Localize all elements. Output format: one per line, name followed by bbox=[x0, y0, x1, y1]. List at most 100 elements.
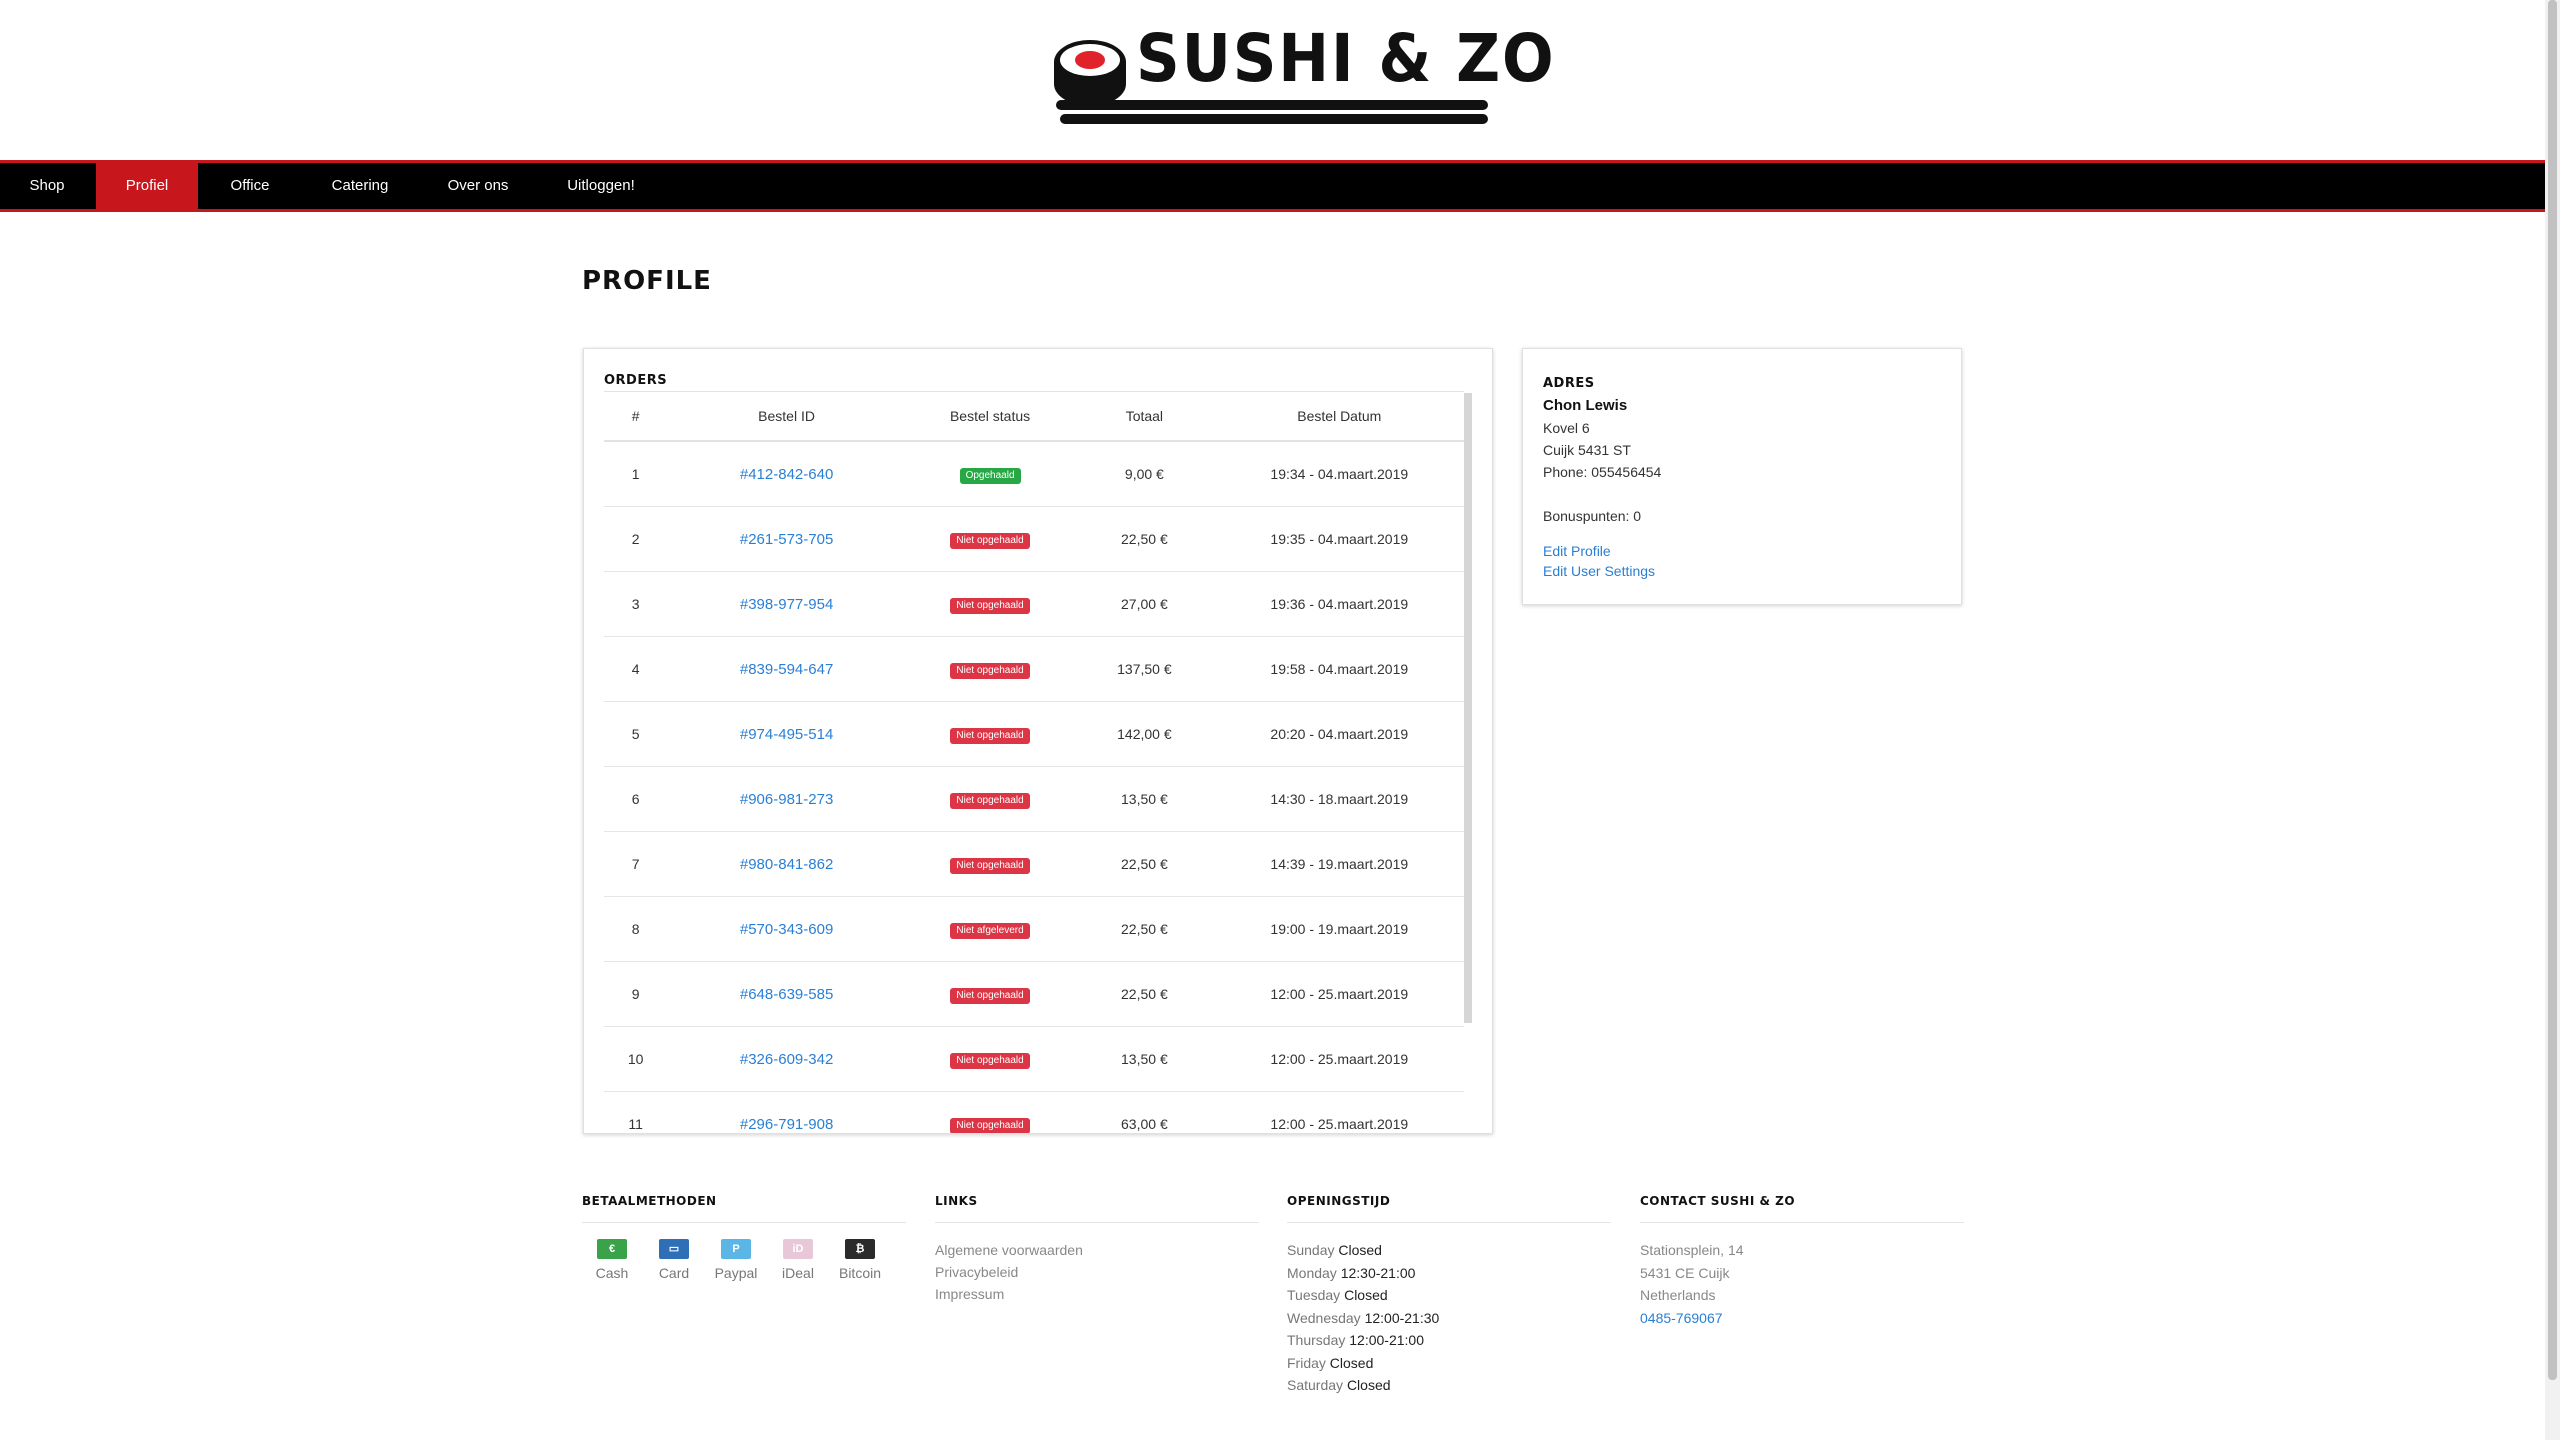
edit-profile-link[interactable]: Edit Profile bbox=[1543, 541, 1943, 561]
nav-office[interactable]: Office bbox=[200, 163, 300, 209]
order-total: 13,50 € bbox=[1074, 766, 1215, 832]
order-date: 12:00 - 25.maart.2019 bbox=[1214, 1091, 1464, 1133]
payment-label: iDeal bbox=[782, 1265, 814, 1281]
nav-uitloggen[interactable]: Uitloggen! bbox=[550, 163, 652, 209]
order-row: 9 #648-639-585 Niet opgehaald 22,50 €12:00 … bbox=[604, 961, 1464, 1027]
order-status-badge: Niet opgehaald bbox=[950, 987, 1030, 1004]
order-num: 2 bbox=[604, 506, 668, 572]
ideal-icon: iD bbox=[783, 1239, 813, 1259]
page-title: Profile bbox=[582, 266, 712, 296]
hours-day: Thursday bbox=[1287, 1332, 1346, 1348]
order-total: 142,00 € bbox=[1074, 701, 1215, 767]
order-date: 19:36 - 04.maart.2019 bbox=[1214, 571, 1464, 637]
order-id-link[interactable]: #839-594-647 bbox=[740, 661, 833, 678]
order-id-link[interactable]: #326-609-342 bbox=[740, 1051, 833, 1068]
footer-links: Links Algemene voorwaarden Privacybeleid… bbox=[935, 1194, 1259, 1305]
page-scrollbar[interactable] bbox=[2545, 0, 2560, 1440]
hours-title: Openingstijd bbox=[1287, 1194, 1611, 1223]
contact-phone-link[interactable]: 0485-769067 bbox=[1640, 1307, 1964, 1330]
order-num: 11 bbox=[604, 1091, 668, 1133]
order-total: 22,50 € bbox=[1074, 831, 1215, 897]
hours-time: 12:00-21:00 bbox=[1349, 1332, 1424, 1348]
order-id-link[interactable]: #412-842-640 bbox=[740, 466, 833, 483]
nav-profiel[interactable]: Profiel bbox=[96, 163, 198, 209]
order-row: 11 #296-791-908 Niet opgehaald 63,00 €12:00… bbox=[604, 1091, 1464, 1133]
link-privacybeleid[interactable]: Privacybeleid bbox=[935, 1261, 1259, 1283]
orders-table: # Bestel ID Bestel status Totaal Bestel … bbox=[604, 391, 1464, 1133]
nav-catering[interactable]: Catering bbox=[310, 163, 410, 209]
order-status-badge: Niet opgehaald bbox=[950, 1052, 1030, 1069]
hours-time: Closed bbox=[1344, 1287, 1388, 1303]
order-total: 22,50 € bbox=[1074, 961, 1215, 1027]
col-header-datum: Bestel Datum bbox=[1214, 391, 1464, 442]
orders-table-container[interactable]: # Bestel ID Bestel status Totaal Bestel … bbox=[604, 391, 1472, 1133]
order-status-badge: Niet opgehaald bbox=[950, 597, 1030, 614]
hours-day: Saturday bbox=[1287, 1377, 1344, 1393]
hours-time: Closed bbox=[1338, 1242, 1382, 1258]
order-id-link[interactable]: #980-841-862 bbox=[740, 856, 833, 873]
site-header: SUSHI & ZO bbox=[0, 0, 2545, 160]
order-row: 6 #906-981-273 Niet opgehaald 13,50 €14:30 … bbox=[604, 766, 1464, 832]
payment-label: Paypal bbox=[714, 1265, 758, 1281]
hours-time: Closed bbox=[1346, 1377, 1391, 1393]
edit-user-settings-link[interactable]: Edit User Settings bbox=[1543, 561, 1943, 581]
order-date: 19:00 - 19.maart.2019 bbox=[1214, 896, 1464, 962]
order-date: 12:00 - 25.maart.2019 bbox=[1214, 961, 1464, 1027]
logo-text: SUSHI & ZO bbox=[1136, 20, 1556, 97]
sushi-zo-logo[interactable]: SUSHI & ZO bbox=[1052, 20, 1554, 130]
order-total: 13,50 € bbox=[1074, 1026, 1215, 1092]
payment-label: Card bbox=[658, 1265, 690, 1281]
hours-row: Sunday Closed bbox=[1287, 1239, 1611, 1262]
order-row: 1 #412-842-640 Opgehaald 9,00 €19:34 - 04.m… bbox=[604, 441, 1464, 507]
link-algemene-voorwaarden[interactable]: Algemene voorwaarden bbox=[935, 1239, 1259, 1261]
contact-title: Contact Sushi & Zo bbox=[1640, 1194, 1964, 1223]
order-total: 22,50 € bbox=[1074, 896, 1215, 962]
order-num: 8 bbox=[604, 896, 668, 962]
contact-country: Netherlands bbox=[1640, 1287, 1716, 1303]
card-icon: ▭ bbox=[659, 1239, 689, 1259]
order-id-link[interactable]: #398-977-954 bbox=[740, 596, 833, 613]
orders-heading: Orders bbox=[604, 373, 668, 388]
order-date: 19:34 - 04.maart.2019 bbox=[1214, 441, 1464, 507]
hours-row: Tuesday Closed bbox=[1287, 1284, 1611, 1307]
hours-time: 12:30-21:00 bbox=[1340, 1264, 1416, 1281]
order-id-link[interactable]: #570-343-609 bbox=[740, 921, 833, 938]
payment-cash: € Cash bbox=[582, 1239, 642, 1281]
page-scrollbar-thumb[interactable] bbox=[2548, 0, 2557, 1380]
payment-methods: € Cash ▭ Card P Paypal iD iDeal ₿ Bitcoin bbox=[582, 1239, 906, 1299]
order-num: 3 bbox=[604, 571, 668, 637]
hours-day: Monday bbox=[1287, 1264, 1337, 1281]
adres-name: Chon Lewis bbox=[1543, 397, 1628, 414]
order-id-link[interactable]: #974-495-514 bbox=[740, 726, 833, 743]
order-total: 27,00 € bbox=[1074, 571, 1215, 637]
payment-ideal: iD iDeal bbox=[768, 1239, 828, 1281]
order-total: 22,50 € bbox=[1074, 506, 1215, 572]
orders-card: Orders # Bestel ID Bestel status Totaal … bbox=[583, 348, 1493, 1134]
hours-day: Tuesday bbox=[1287, 1287, 1341, 1303]
bitcoin-icon: ₿ bbox=[845, 1239, 875, 1259]
order-total: 137,50 € bbox=[1074, 636, 1215, 702]
order-date: 14:39 - 19.maart.2019 bbox=[1214, 831, 1464, 897]
col-header-status: Bestel status bbox=[905, 391, 1075, 442]
order-row: 4 #839-594-647 Niet opgehaald 137,50 €19:58… bbox=[604, 636, 1464, 702]
payment-paypal: P Paypal bbox=[706, 1239, 766, 1281]
adres-city: Cuijk 5431 ST bbox=[1543, 442, 1631, 458]
contact-street: Stationsplein, 14 bbox=[1640, 1242, 1744, 1258]
payment-label: Cash bbox=[595, 1265, 629, 1281]
order-id-link[interactable]: #648-639-585 bbox=[740, 986, 833, 1003]
order-id-link[interactable]: #906-981-273 bbox=[740, 791, 833, 808]
hours-day: Sunday bbox=[1287, 1242, 1335, 1258]
order-id-link[interactable]: #261-573-705 bbox=[740, 531, 833, 548]
nav-shop[interactable]: Shop bbox=[0, 163, 94, 209]
main-nav: Shop Profiel Office Catering Over ons Ui… bbox=[0, 160, 2545, 212]
order-row: 10 #326-609-342 Niet opgehaald 13,50 €12:00… bbox=[604, 1026, 1464, 1092]
adres-street: Kovel 6 bbox=[1543, 420, 1590, 436]
order-id-link[interactable]: #296-791-908 bbox=[740, 1116, 833, 1133]
link-impressum[interactable]: Impressum bbox=[935, 1283, 1259, 1305]
payment-bitcoin: ₿ Bitcoin bbox=[830, 1239, 890, 1281]
order-num: 1 bbox=[604, 441, 668, 507]
nav-over-ons[interactable]: Over ons bbox=[428, 163, 528, 209]
hours-row: Saturday Closed bbox=[1287, 1374, 1611, 1397]
orders-scrollbar[interactable] bbox=[1464, 393, 1472, 1023]
col-header-num: # bbox=[604, 391, 668, 442]
